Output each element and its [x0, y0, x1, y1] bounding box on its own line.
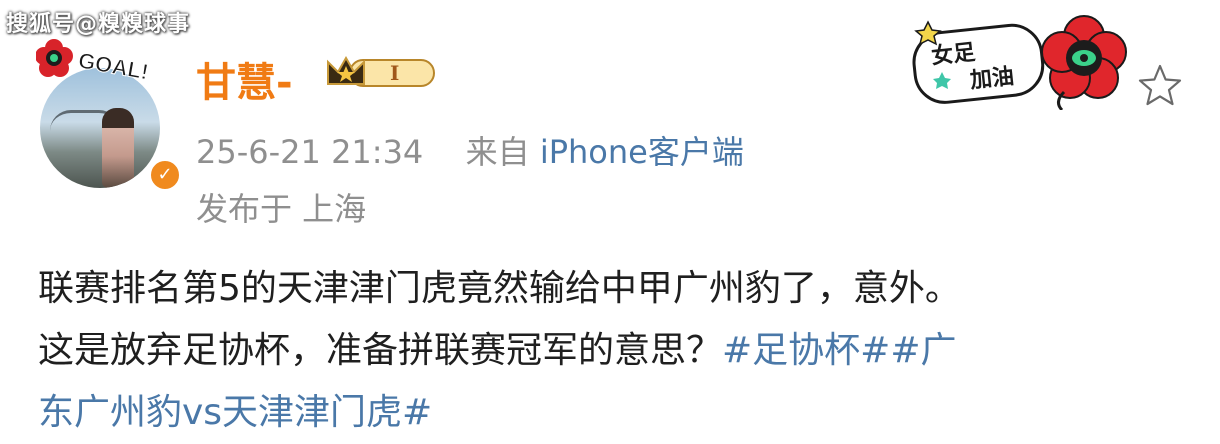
goal-flower-icon: GOAL! — [36, 39, 151, 85]
timestamp: 25-6-21 21:34 — [196, 133, 424, 171]
source-prefix: 来自 — [465, 133, 530, 171]
location: 发布于 上海 — [196, 190, 367, 228]
favorite-star-icon[interactable] — [1136, 62, 1184, 110]
post-text: 联赛排名第5的天津津门虎竟然输给中甲广州豹了，意外。 这是放弃足协杯，准备拼联赛… — [38, 258, 1208, 444]
post-meta: 25-6-21 21:34 来自 iPhone客户端 — [196, 127, 744, 173]
sticker: 女足 加油 — [912, 15, 1127, 110]
avatar[interactable]: GOAL! ✓ — [28, 30, 182, 192]
sticker-line2: 加油 — [968, 64, 1015, 94]
vip-level: I — [390, 61, 399, 85]
goal-text: GOAL! — [76, 48, 150, 85]
username[interactable]: 甘慧- — [196, 50, 293, 108]
hashtag-link[interactable]: #足协杯##广 — [722, 330, 957, 371]
flower-sticker-icon — [1041, 15, 1127, 110]
vip-crown-icon[interactable]: I — [322, 54, 442, 94]
post-text-line1: 联赛排名第5的天津津门虎竟然输给中甲广州豹了，意外。 — [38, 268, 961, 309]
verified-icon: ✓ — [148, 158, 182, 192]
avatar-person — [102, 108, 134, 188]
source-link[interactable]: iPhone客户端 — [540, 133, 744, 171]
post-text-line2: 这是放弃足协杯，准备拼联赛冠军的意思？ — [38, 330, 723, 371]
hashtag-link-continued[interactable]: 东广州豹vs天津津门虎# — [38, 392, 432, 433]
sticker-line1: 女足 — [930, 39, 976, 69]
